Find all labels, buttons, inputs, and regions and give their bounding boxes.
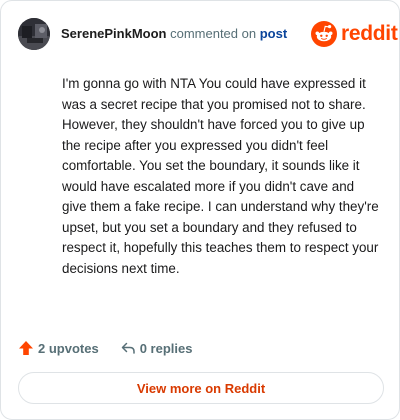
reply-arrow-icon[interactable] bbox=[120, 340, 136, 356]
upvote-count: 2 upvotes bbox=[38, 340, 99, 356]
reddit-wordmark: reddit bbox=[341, 22, 398, 45]
reply-action[interactable]: 0 replies bbox=[120, 340, 193, 356]
view-more-button[interactable]: View more on Reddit bbox=[18, 372, 384, 404]
post-link[interactable]: post bbox=[260, 26, 287, 41]
user-avatar[interactable] bbox=[18, 18, 50, 50]
upvote-arrow-icon[interactable] bbox=[18, 340, 34, 356]
username[interactable]: SerenePinkMoon bbox=[61, 26, 166, 41]
comment-actions: 2 upvotes 0 replies bbox=[18, 338, 192, 358]
reddit-comment-card: SerenePinkMoon commented on post reddit … bbox=[0, 0, 400, 420]
upvote-action[interactable]: 2 upvotes bbox=[18, 340, 99, 356]
reddit-logo[interactable]: reddit bbox=[311, 21, 398, 47]
commented-on-text: commented on bbox=[170, 26, 257, 41]
reddit-snoo-icon bbox=[311, 21, 337, 47]
reply-count: 0 replies bbox=[139, 340, 193, 356]
comment-header: SerenePinkMoon commented on post bbox=[61, 25, 287, 43]
avatar-image bbox=[18, 18, 50, 50]
comment-body: I'm gonna go with NTA You could have exp… bbox=[62, 76, 379, 276]
